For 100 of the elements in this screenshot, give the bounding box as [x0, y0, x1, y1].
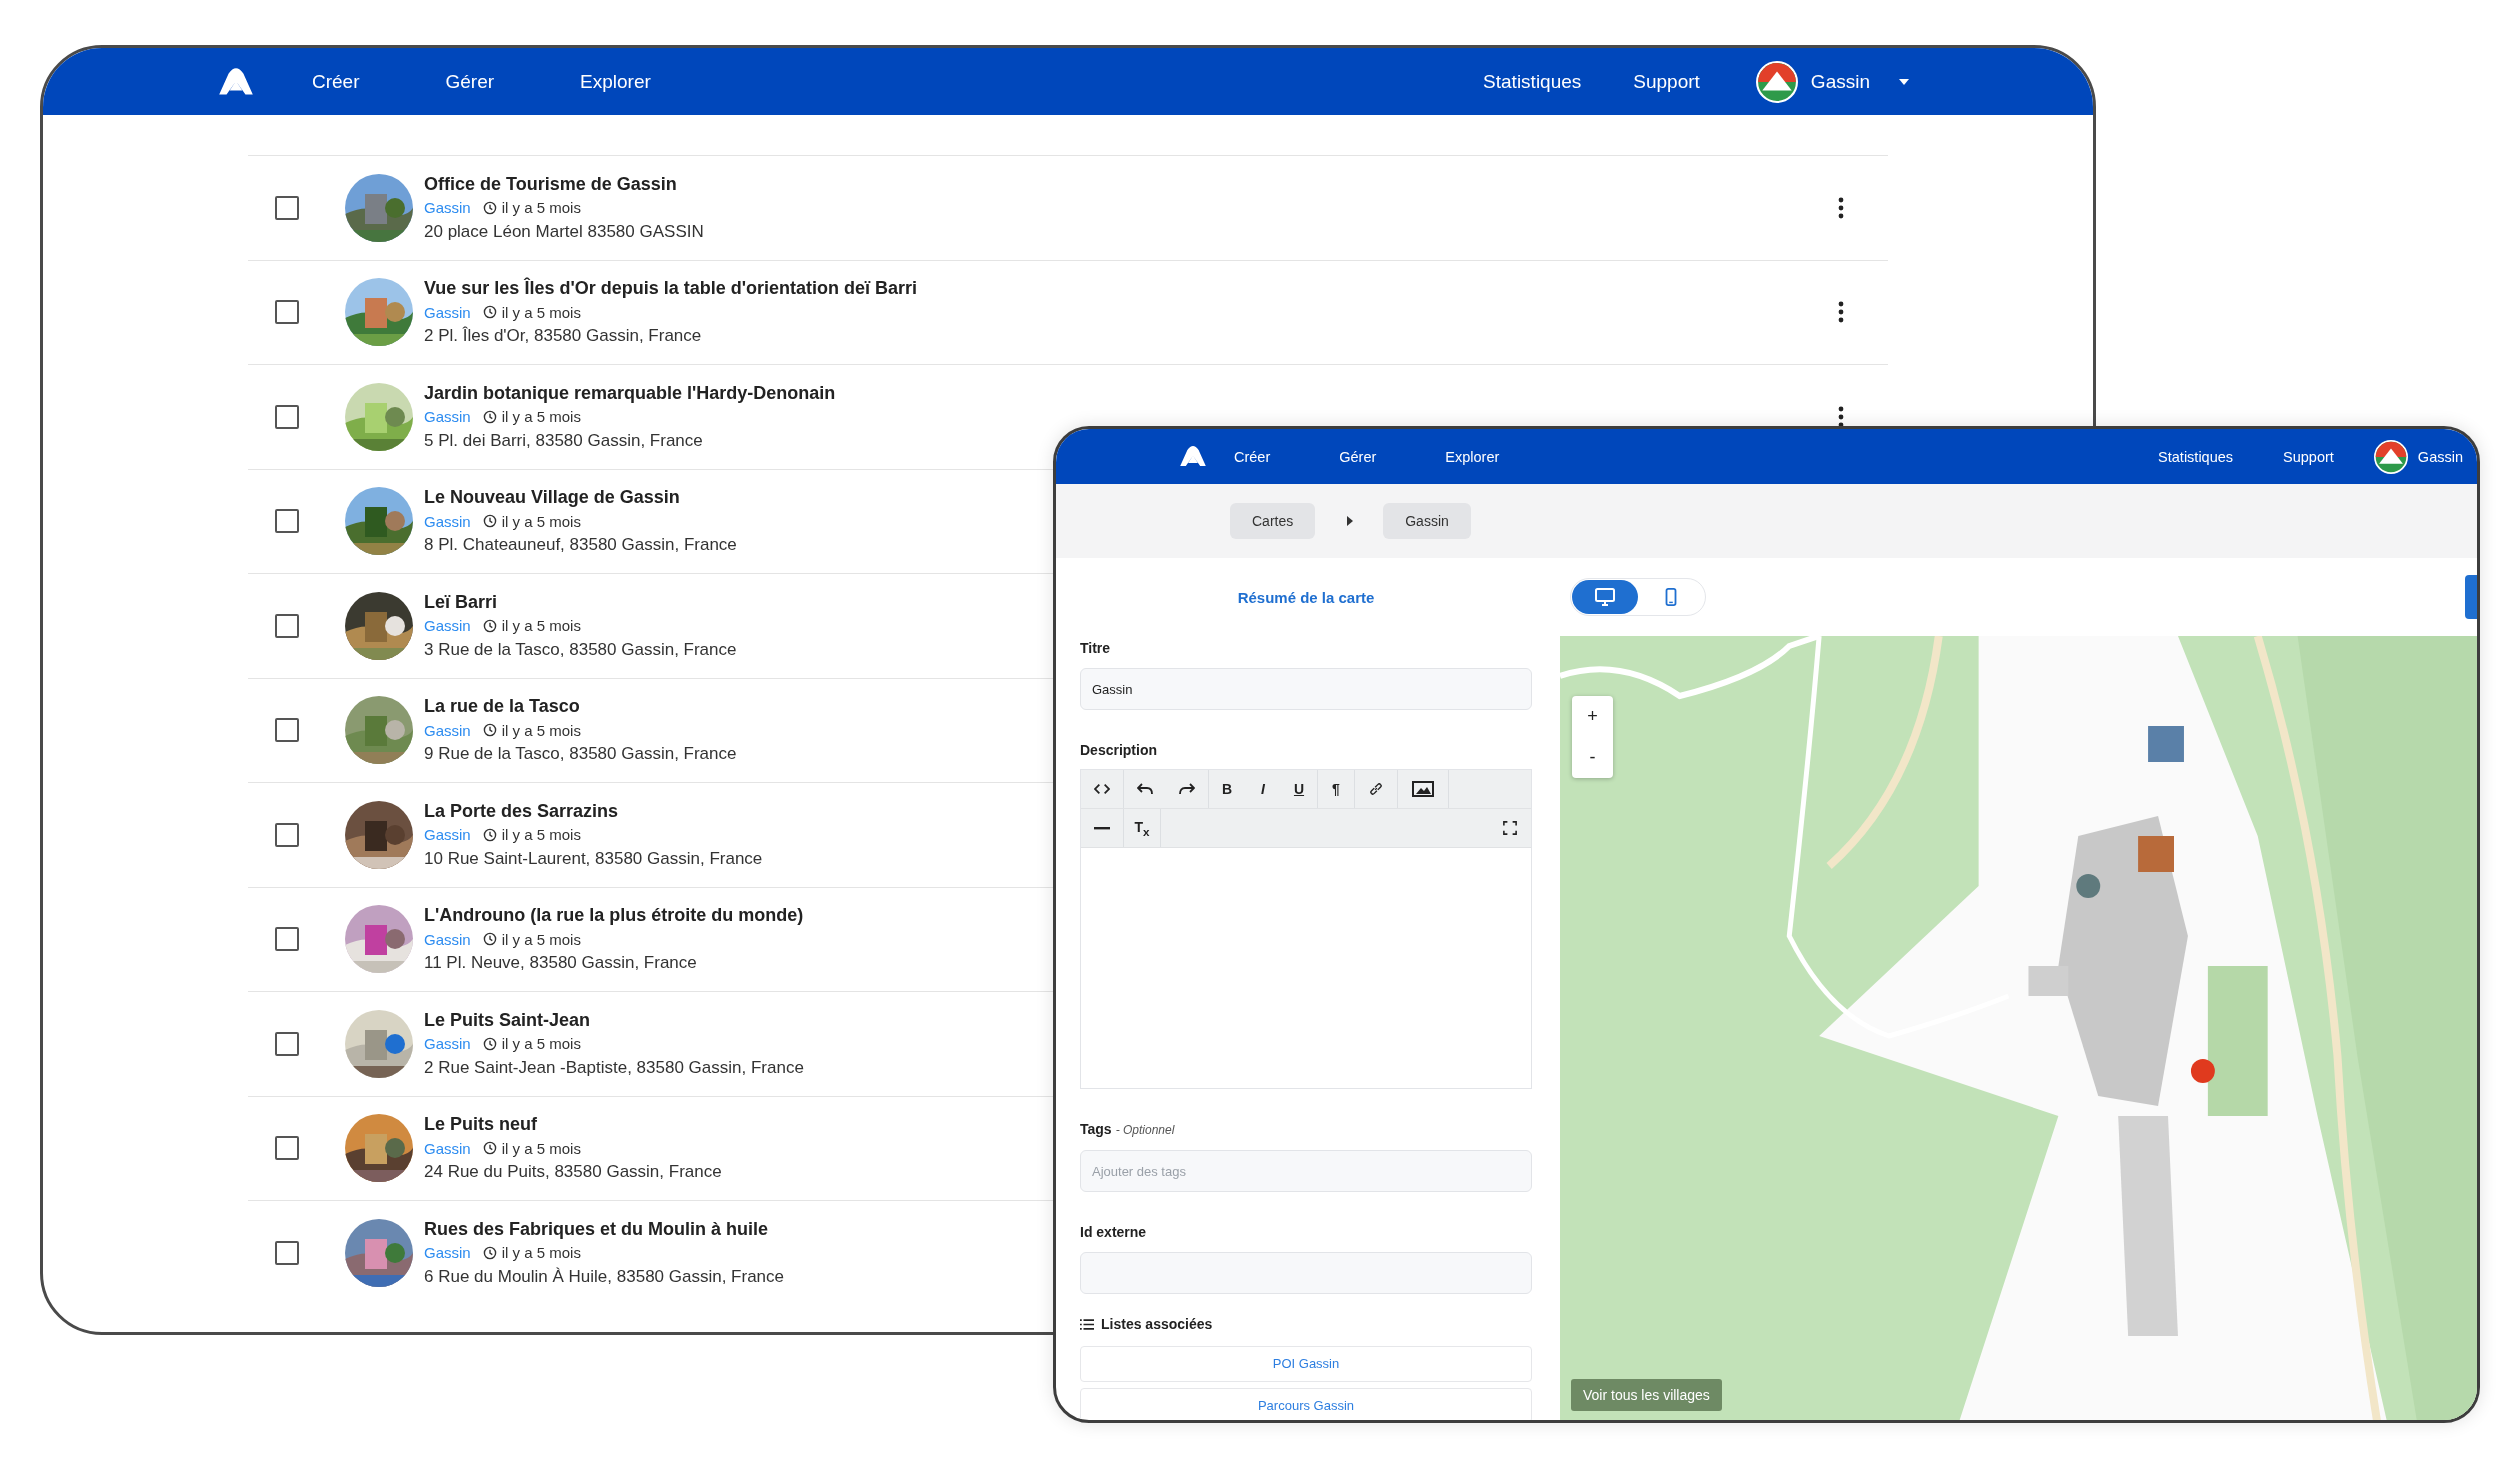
more-icon[interactable] [1838, 196, 1844, 219]
city-link[interactable]: Gassin [424, 721, 471, 739]
place-title[interactable]: Le Puits neuf [424, 1112, 537, 1137]
section-tab[interactable]: Résumé de la carte [1237, 588, 1375, 608]
field-label: Description [1080, 741, 1157, 761]
avatar-icon[interactable] [1755, 60, 1798, 103]
place-title[interactable]: Vue sur les Îles d'Or depuis la table d'orientation deï Barri [424, 276, 918, 301]
clock-icon [482, 827, 497, 842]
clock-icon [482, 1036, 497, 1051]
nav-link[interactable]: Créer [312, 70, 360, 93]
place-title[interactable]: Jardin botanique remarquable l'Hardy-Denonain [424, 380, 836, 405]
monitor-icon [1595, 588, 1615, 606]
place-title[interactable]: La rue de la Tasco [424, 694, 580, 719]
bold-button[interactable]: B [1209, 781, 1245, 798]
nav-link[interactable]: Statistiques [2158, 448, 2234, 465]
nav-link[interactable]: Support [2283, 448, 2334, 465]
address: 6 Rue du Moulin À Huile, 83580 Gassin, France [424, 1265, 785, 1288]
field-label: Id externe [1080, 1223, 1147, 1243]
breadcrumb-item[interactable]: Gassin [1383, 503, 1471, 539]
address: 3 Rue de la Tasco, 83580 Gassin, France [424, 638, 737, 661]
avatar-icon[interactable] [2373, 439, 2408, 474]
clock-icon [482, 618, 497, 633]
logo-icon[interactable] [1177, 445, 1209, 468]
input-field[interactable]: Gassin [1080, 668, 1532, 711]
checkbox[interactable] [275, 718, 299, 743]
checkbox[interactable] [275, 300, 299, 325]
underline-button[interactable]: U [1281, 781, 1317, 798]
checkbox[interactable] [275, 613, 299, 638]
city-link[interactable]: Gassin [424, 617, 471, 635]
timestamp: il y a 5 mois [501, 303, 581, 321]
italic-button[interactable]: I [1245, 781, 1281, 798]
place-title[interactable]: La Porte des Sarrazins [424, 798, 619, 823]
place-title[interactable]: L'Androuno (la rue la plus étroite du monde) [424, 903, 804, 928]
input-field[interactable] [1080, 1252, 1532, 1295]
user-menu[interactable]: Gassin [2417, 448, 2463, 465]
nav-link[interactable]: Gérer [1339, 448, 1377, 465]
more-icon[interactable] [1838, 301, 1844, 324]
villages-button[interactable]: Voir tous les villages [1571, 1379, 1722, 1411]
clear-format-button[interactable]: T$_{x}$ [1124, 818, 1160, 838]
timestamp: il y a 5 mois [501, 1244, 581, 1262]
nav-link[interactable]: Explorer [1445, 448, 1500, 465]
city-link[interactable]: Gassin [424, 1244, 471, 1262]
city-link[interactable]: Gassin [424, 1139, 471, 1157]
place-title[interactable]: Leï Barri [424, 589, 498, 614]
link-icon[interactable] [1368, 782, 1384, 797]
checkbox[interactable] [275, 404, 299, 429]
city-link[interactable]: Gassin [424, 303, 471, 321]
place-title[interactable]: Rues des Fabriques et du Moulin à huile [424, 1216, 769, 1241]
nav-link[interactable]: Explorer [580, 70, 651, 93]
timestamp: il y a 5 mois [501, 512, 581, 530]
list-link-button[interactable]: Parcours Gassin [1080, 1387, 1532, 1420]
zoom-in-button[interactable]: + [1572, 696, 1613, 737]
breadcrumb-item[interactable]: Cartes [1230, 503, 1316, 539]
checkbox[interactable] [275, 509, 299, 534]
field-label: Tags [1080, 1120, 1112, 1140]
desktop-view-button[interactable] [1572, 580, 1638, 614]
city-link[interactable]: Gassin [424, 826, 471, 844]
checkbox[interactable] [275, 927, 299, 952]
city-link[interactable]: Gassin [424, 1035, 471, 1053]
more-icon[interactable] [1838, 405, 1844, 428]
checkbox[interactable] [275, 195, 299, 220]
clock-icon [482, 723, 497, 738]
nav-link[interactable]: Créer [1234, 448, 1271, 465]
list-link-button[interactable]: POI Gassin [1080, 1346, 1532, 1382]
place-title[interactable]: Le Nouveau Village de Gassin [424, 485, 680, 510]
code-icon[interactable] [1094, 782, 1110, 797]
checkbox[interactable] [275, 1031, 299, 1056]
clock-icon [482, 932, 497, 947]
paragraph-button[interactable]: ¶ [1318, 781, 1354, 798]
clock-icon [482, 305, 497, 320]
fullscreen-icon[interactable] [1502, 821, 1518, 836]
image-icon[interactable] [1412, 781, 1434, 798]
place-title[interactable]: Le Puits Saint-Jean [424, 1007, 591, 1032]
address: 24 Rue du Puits, 83580 Gassin, France [424, 1161, 722, 1184]
timestamp: il y a 5 mois [501, 199, 581, 217]
timestamp: il y a 5 mois [501, 1139, 581, 1157]
city-link[interactable]: Gassin [424, 199, 471, 217]
nav-link[interactable]: Gérer [445, 70, 495, 93]
undo-icon[interactable] [1137, 782, 1153, 797]
clock-icon [482, 514, 497, 529]
zoom-out-button[interactable]: - [1572, 737, 1613, 778]
caret-icon[interactable] [1898, 77, 1910, 86]
nav-link[interactable]: Support [1633, 70, 1700, 93]
optional-note: - Optionnel [1115, 1122, 1175, 1140]
address: 5 Pl. dei Barri, 83580 Gassin, France [424, 429, 703, 452]
checkbox[interactable] [275, 1136, 299, 1161]
nav-link[interactable]: Statistiques [1483, 70, 1582, 93]
user-menu[interactable]: Gassin [1810, 70, 1870, 93]
clock-icon [482, 1245, 497, 1260]
section-label: Listes associées [1101, 1315, 1213, 1335]
timestamp: il y a 5 mois [501, 826, 581, 844]
address: 9 Rue de la Tasco, 83580 Gassin, France [424, 743, 737, 766]
place-title[interactable]: Office de Tourisme de Gassin [424, 171, 677, 196]
city-link[interactable]: Gassin [424, 512, 471, 530]
redo-icon[interactable] [1179, 782, 1195, 797]
checkbox[interactable] [275, 1240, 299, 1265]
checkbox[interactable] [275, 822, 299, 847]
text-editor[interactable]: B I U ¶ T$_{x}$ [1080, 769, 1532, 1090]
city-link[interactable]: Gassin [424, 930, 471, 948]
city-link[interactable]: Gassin [424, 408, 471, 426]
